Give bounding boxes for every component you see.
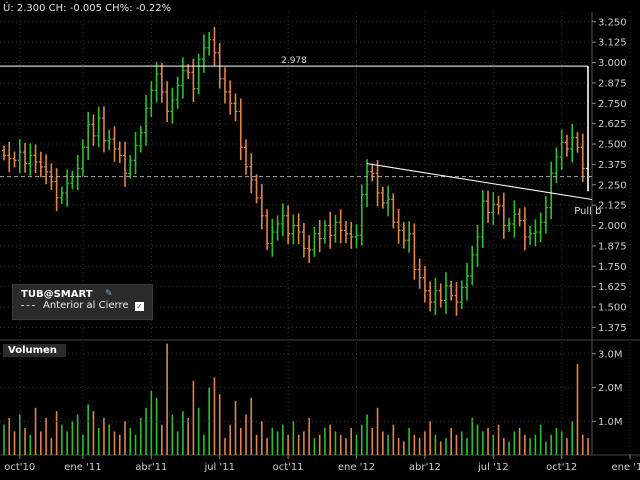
volume-tick-label: 3.0M [598,349,623,360]
price-overlays: 2.978Pull b [0,56,601,217]
volume-bars [3,343,589,455]
price-tick-label: 2.875 [598,78,627,89]
price-tick-label: 1.625 [598,282,627,293]
quote-header: Ú: 2.300 CH: -0.005 CH%: -0.22% [3,3,172,14]
price-tick-label: 3.250 [598,17,627,28]
stock-chart[interactable]: 2.978Pull b 3.250 3.125 3.000 2.875 2.750 2.6… [0,0,640,480]
price-tick-label: 1.750 [598,262,627,273]
resistance-label: 2.978 [281,56,307,66]
price-tick-label: 1.375 [598,323,627,334]
price-bars [2,26,590,316]
time-tick-label: oct'10 [4,462,35,473]
price-tick-label: 2.375 [598,160,627,171]
legend-checkbox[interactable]: ✓ [135,302,144,311]
time-tick-label: abr'11 [135,462,167,473]
price-axis: 3.250 3.125 3.000 2.875 2.750 2.625 2.500 2.375… [592,17,627,334]
price-tick-label: 2.750 [598,99,627,110]
time-tick-label: ene '12 [338,462,375,473]
volume-tick-label: 2.0M [598,383,623,394]
time-tick-label: oct'11 [273,462,304,473]
price-tick-label: 2.125 [598,201,627,212]
time-tick-label: jul '12 [477,462,509,473]
price-tick-label: 2.000 [598,221,627,232]
price-tick-label: 2.625 [598,119,627,130]
dashed-line-icon [21,305,35,306]
legend-series-label: Anterior al Cierre [43,300,129,311]
time-tick-label: jul '11 [203,462,235,473]
legend-box[interactable]: TUB@SMART ✎ Anterior al Cierre ✓ [12,284,153,320]
pencil-icon[interactable]: ✎ [105,289,113,299]
legend-symbol: TUB@SMART [21,289,93,300]
price-tick-label: 3.000 [598,58,627,69]
volume-tick-label: 1.0M [598,417,623,428]
volume-panel-label: Volumen [3,344,66,357]
price-tick-label: 3.125 [598,38,627,49]
time-tick-label: ene '11 [64,462,101,473]
time-tick-label: oct'12 [546,462,577,473]
time-axis: oct'10 ene '11 abr'11 jul '11 oct'11 ene '12 a… [4,455,640,473]
price-tick-label: 1.500 [598,303,627,314]
trendline [366,163,593,200]
time-tick-label: abr'12 [409,462,441,473]
price-tick-label: 1.875 [598,241,627,252]
time-tick-label: ene '13 [611,462,640,473]
price-tick-label: 2.250 [598,180,627,191]
price-tick-label: 2.500 [598,140,627,151]
